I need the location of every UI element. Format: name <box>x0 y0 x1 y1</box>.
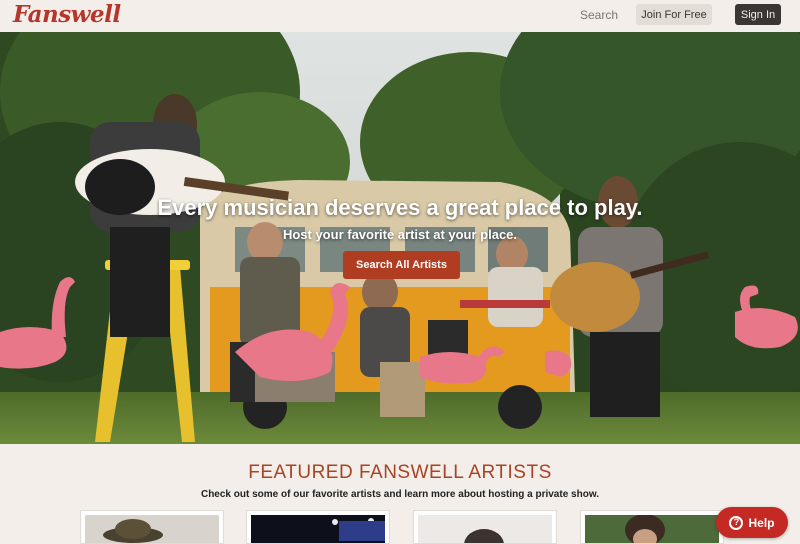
search-link[interactable]: Search <box>580 8 618 22</box>
question-icon: ? <box>729 515 744 530</box>
artist-card[interactable] <box>413 510 557 544</box>
help-button[interactable]: ? Help <box>716 507 788 538</box>
artist-photo <box>585 515 719 543</box>
artist-photo <box>85 515 219 543</box>
search-all-artists-button[interactable]: Search All Artists <box>343 251 460 279</box>
help-label: Help <box>748 515 775 530</box>
site-header: Fanswell Search Join For Free Sign In <box>0 0 800 32</box>
featured-section-subtitle: Check out some of our favorite artists a… <box>200 489 600 500</box>
artist-photo <box>251 515 385 543</box>
featured-section-title: FEATURED FANSWELL ARTISTS <box>248 462 552 483</box>
hero-title: Every musician deserves a great place to… <box>157 195 643 220</box>
artist-card[interactable] <box>246 510 390 544</box>
hero-subtitle: Host your favorite artist at your place. <box>282 227 518 242</box>
fanswell-logo[interactable]: Fanswell <box>13 1 121 28</box>
hero-banner: Every musician deserves a great place to… <box>0 32 800 444</box>
artist-photo <box>418 515 552 543</box>
join-for-free-button[interactable]: Join For Free <box>636 4 712 25</box>
artist-card[interactable] <box>80 510 224 544</box>
artist-card[interactable] <box>580 510 724 544</box>
sign-in-button[interactable]: Sign In <box>735 4 781 25</box>
